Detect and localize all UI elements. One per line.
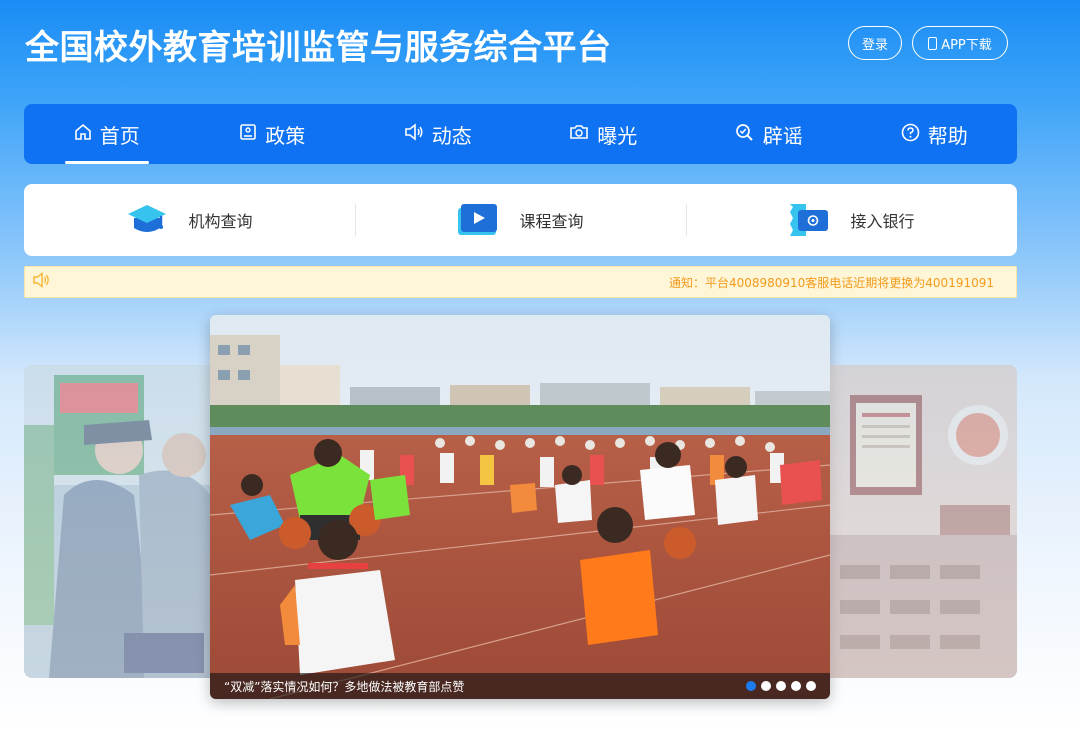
camera-icon (569, 123, 589, 145)
carousel-dot-3[interactable] (776, 681, 786, 691)
page-header: 全国校外教育培训监管与服务综合平台 登录 APP下载 (0, 0, 1080, 90)
nav-item-policy[interactable]: 政策 (190, 104, 356, 164)
quick-label: 课程查询 (519, 212, 584, 231)
prev-slide-image[interactable] (24, 365, 210, 678)
course-query-button[interactable]: 课程查询 (355, 184, 686, 256)
carousel-dots (746, 681, 816, 691)
main-nav: 首页 政策 动态 曝光 辟谣 帮助 (24, 104, 1017, 164)
nav-item-news[interactable]: 动态 (355, 104, 521, 164)
quick-label: 接入银行 (850, 212, 915, 231)
site-title: 全国校外教育培训监管与服务综合平台 (25, 28, 612, 68)
search-check-icon (735, 123, 755, 145)
speaker-icon (404, 123, 424, 145)
notice-text[interactable]: 通知：平台4008980910客服电话近期将更换为400191091 (669, 274, 994, 291)
policy-icon (239, 123, 257, 145)
app-download-button[interactable]: APP下载 (912, 26, 1008, 60)
bank-card-icon (788, 202, 830, 238)
nav-item-exposure[interactable]: 曝光 (521, 104, 687, 164)
caption-bar: “双减”落实情况如何？多地做法被教育部点赞 (210, 673, 830, 699)
carousel-dot-1[interactable] (746, 681, 756, 691)
app-download-label: APP下载 (941, 37, 992, 53)
main-slide-image[interactable]: “双减”落实情况如何？多地做法被教育部点赞 (210, 315, 830, 699)
video-play-icon (457, 202, 499, 238)
phone-icon (928, 36, 938, 50)
institution-query-button[interactable]: 机构查询 (24, 184, 355, 256)
carousel-dot-5[interactable] (806, 681, 816, 691)
nav-item-home[interactable]: 首页 (24, 104, 190, 164)
nav-label: 帮助 (927, 123, 968, 148)
nav-label: 政策 (265, 123, 306, 148)
next-slide-image[interactable] (830, 365, 1017, 678)
news-carousel: “双减”落实情况如何？多地做法被教育部点赞 (24, 315, 1017, 705)
nav-label: 辟谣 (762, 123, 803, 148)
speaker-icon (33, 272, 51, 292)
home-icon (74, 123, 92, 145)
carousel-dot-2[interactable] (761, 681, 771, 691)
notice-bar: 通知：平台4008980910客服电话近期将更换为400191091 (24, 266, 1017, 298)
nav-label: 动态 (431, 123, 472, 148)
nav-label: 曝光 (597, 123, 638, 148)
nav-item-help[interactable]: 帮助 (852, 104, 1018, 164)
nav-label: 首页 (99, 123, 140, 148)
nav-item-rumor[interactable]: 辟谣 (686, 104, 852, 164)
help-icon (901, 123, 920, 146)
bank-access-button[interactable]: 接入银行 (686, 184, 1017, 256)
quick-label: 机构查询 (188, 212, 253, 231)
login-button[interactable]: 登录 (848, 26, 902, 60)
slide-caption[interactable]: “双减”落实情况如何？多地做法被教育部点赞 (224, 678, 464, 695)
carousel-dot-4[interactable] (791, 681, 801, 691)
quick-links: 机构查询 课程查询 接入银行 (24, 184, 1017, 256)
graduation-cap-icon (126, 202, 168, 238)
login-label: 登录 (861, 37, 888, 53)
